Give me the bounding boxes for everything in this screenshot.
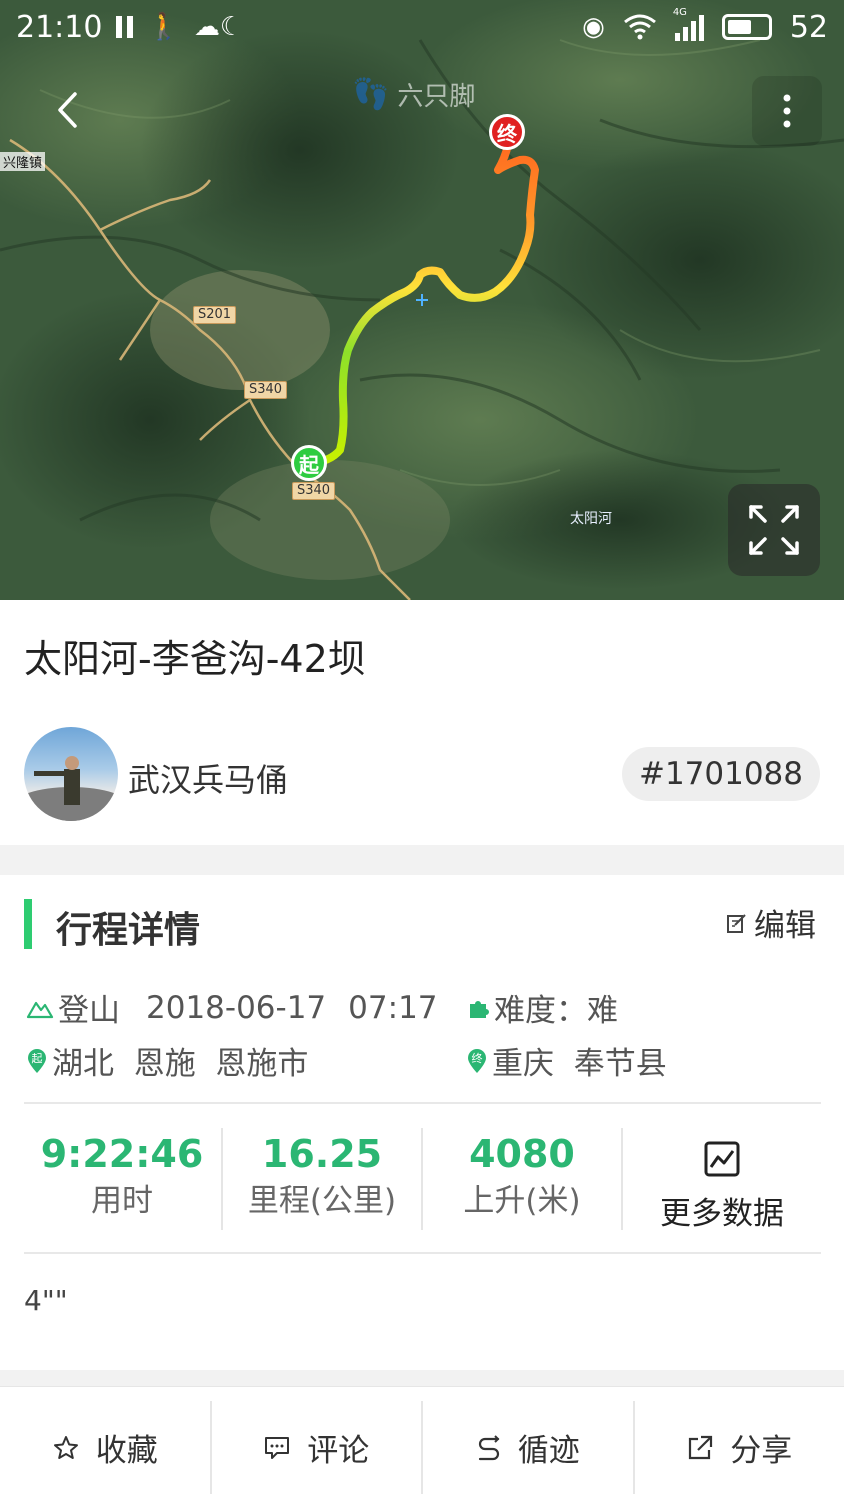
share-icon bbox=[689, 1435, 713, 1459]
track-title: 太阳河-李爸沟-42坝 bbox=[24, 637, 366, 681]
distance-stat: 16.25 里程(公里) bbox=[222, 1130, 422, 1232]
weather-icon: ☁☾ bbox=[193, 12, 244, 42]
divider bbox=[24, 1252, 821, 1254]
more-data-label: 更多数据 bbox=[660, 1196, 784, 1232]
road-label: S340 bbox=[244, 381, 288, 399]
road-label: S201 bbox=[193, 306, 237, 324]
battery-icon bbox=[721, 14, 772, 40]
user-avatar[interactable] bbox=[24, 727, 118, 821]
section-divider bbox=[0, 845, 844, 875]
divider bbox=[24, 1102, 821, 1104]
activity-type: 登山 bbox=[58, 993, 120, 1029]
svg-text:起: 起 bbox=[32, 1052, 43, 1065]
comment-label: 评论 bbox=[307, 1433, 370, 1469]
pause-icon bbox=[116, 16, 134, 38]
battery-level: 52 bbox=[789, 9, 828, 45]
start-pin[interactable]: 起 bbox=[291, 445, 327, 481]
start-location-pin-icon: 起 bbox=[26, 1048, 48, 1074]
route-icon bbox=[478, 1434, 500, 1460]
edit-icon bbox=[727, 913, 746, 933]
follow-track-button[interactable]: 循迹 bbox=[423, 1401, 635, 1494]
ascent-label: 上升(米) bbox=[463, 1183, 581, 1219]
track-id-badge: #1701088 bbox=[622, 747, 820, 801]
wifi-icon bbox=[623, 14, 656, 40]
star-icon bbox=[53, 1435, 78, 1459]
expand-icon bbox=[749, 505, 799, 555]
more-vertical-icon bbox=[783, 94, 791, 128]
status-bar: 21:10 🚶 ☁☾ ◉ 4G 52 bbox=[0, 0, 844, 54]
section-title: 行程详情 bbox=[56, 910, 201, 951]
start-location: 湖北 恩施 恩施市 bbox=[52, 1046, 309, 1082]
avatar-figure bbox=[24, 756, 118, 821]
distance-value: 16.25 bbox=[261, 1132, 383, 1176]
chevron-left-icon bbox=[58, 92, 77, 128]
signal-icon: 4G bbox=[673, 7, 704, 41]
favorite-button[interactable]: 收藏 bbox=[0, 1401, 212, 1494]
more-data-button[interactable]: 更多数据 bbox=[622, 1140, 822, 1233]
puzzle-icon bbox=[470, 1000, 489, 1018]
duration-stat: 9:22:46 用时 bbox=[22, 1130, 222, 1232]
activity-row: 登山 2018-06-17 07:17 bbox=[26, 985, 438, 1030]
edit-label: 编辑 bbox=[754, 908, 816, 944]
hotspot-icon: ◉ bbox=[582, 12, 605, 42]
status-time: 21:10 bbox=[16, 9, 103, 45]
ascent-stat: 4080 上升(米) bbox=[422, 1130, 622, 1232]
svg-text:终: 终 bbox=[472, 1051, 483, 1065]
start-location-row: 起 湖北 恩施 恩施市 bbox=[26, 1038, 308, 1083]
comment-button[interactable]: 评论 bbox=[212, 1401, 423, 1494]
end-location-pin-icon: 终 bbox=[466, 1048, 488, 1074]
share-label: 分享 bbox=[730, 1433, 793, 1469]
place-label: 太阳河 bbox=[570, 511, 612, 527]
duration-label: 用时 bbox=[91, 1183, 153, 1219]
footprint-icon: 👣 bbox=[352, 76, 390, 112]
bottom-action-bar: 收藏 评论 循迹 分享 bbox=[0, 1386, 844, 1500]
back-button[interactable] bbox=[42, 82, 92, 138]
end-location-row: 终 重庆 奉节县 bbox=[466, 1038, 667, 1083]
walking-icon: 🚶 bbox=[147, 12, 180, 42]
activity-date: 2018-06-17 bbox=[146, 989, 327, 1026]
distance-label: 里程(公里) bbox=[247, 1183, 397, 1219]
track-map[interactable]: 21:10 🚶 ☁☾ ◉ 4G 52 👣 六只脚 兴隆镇 S201 S340 S… bbox=[0, 0, 844, 600]
difficulty-row: 难度：难 bbox=[466, 985, 618, 1030]
end-pin[interactable]: 终 bbox=[489, 114, 525, 150]
comment-icon bbox=[265, 1436, 290, 1459]
end-location: 重庆 奉节县 bbox=[492, 1046, 667, 1082]
ascent-value: 4080 bbox=[469, 1132, 575, 1176]
favorite-label: 收藏 bbox=[95, 1433, 158, 1469]
section-accent bbox=[24, 899, 32, 949]
road-label: S340 bbox=[292, 482, 336, 500]
town-label: 兴隆镇 bbox=[0, 152, 46, 171]
track-description: 4"" bbox=[24, 1284, 68, 1317]
edit-button[interactable]: 编辑 bbox=[726, 900, 816, 945]
bottom-divider bbox=[0, 1370, 844, 1386]
mountain-icon bbox=[26, 1001, 54, 1018]
username[interactable]: 武汉兵马俑 bbox=[128, 755, 288, 801]
follow-track-label: 循迹 bbox=[517, 1433, 580, 1469]
more-options-button[interactable] bbox=[752, 76, 822, 146]
logo-text: 六只脚 bbox=[397, 81, 476, 112]
fullscreen-button[interactable] bbox=[728, 484, 820, 576]
network-type: 4G bbox=[672, 7, 687, 18]
activity-time: 07:17 bbox=[348, 989, 438, 1026]
share-button[interactable]: 分享 bbox=[635, 1401, 844, 1494]
chart-icon bbox=[704, 1141, 740, 1177]
difficulty-text: 难度：难 bbox=[494, 993, 618, 1029]
duration-value: 9:22:46 bbox=[40, 1132, 204, 1176]
app-logo: 👣 六只脚 bbox=[352, 74, 475, 114]
